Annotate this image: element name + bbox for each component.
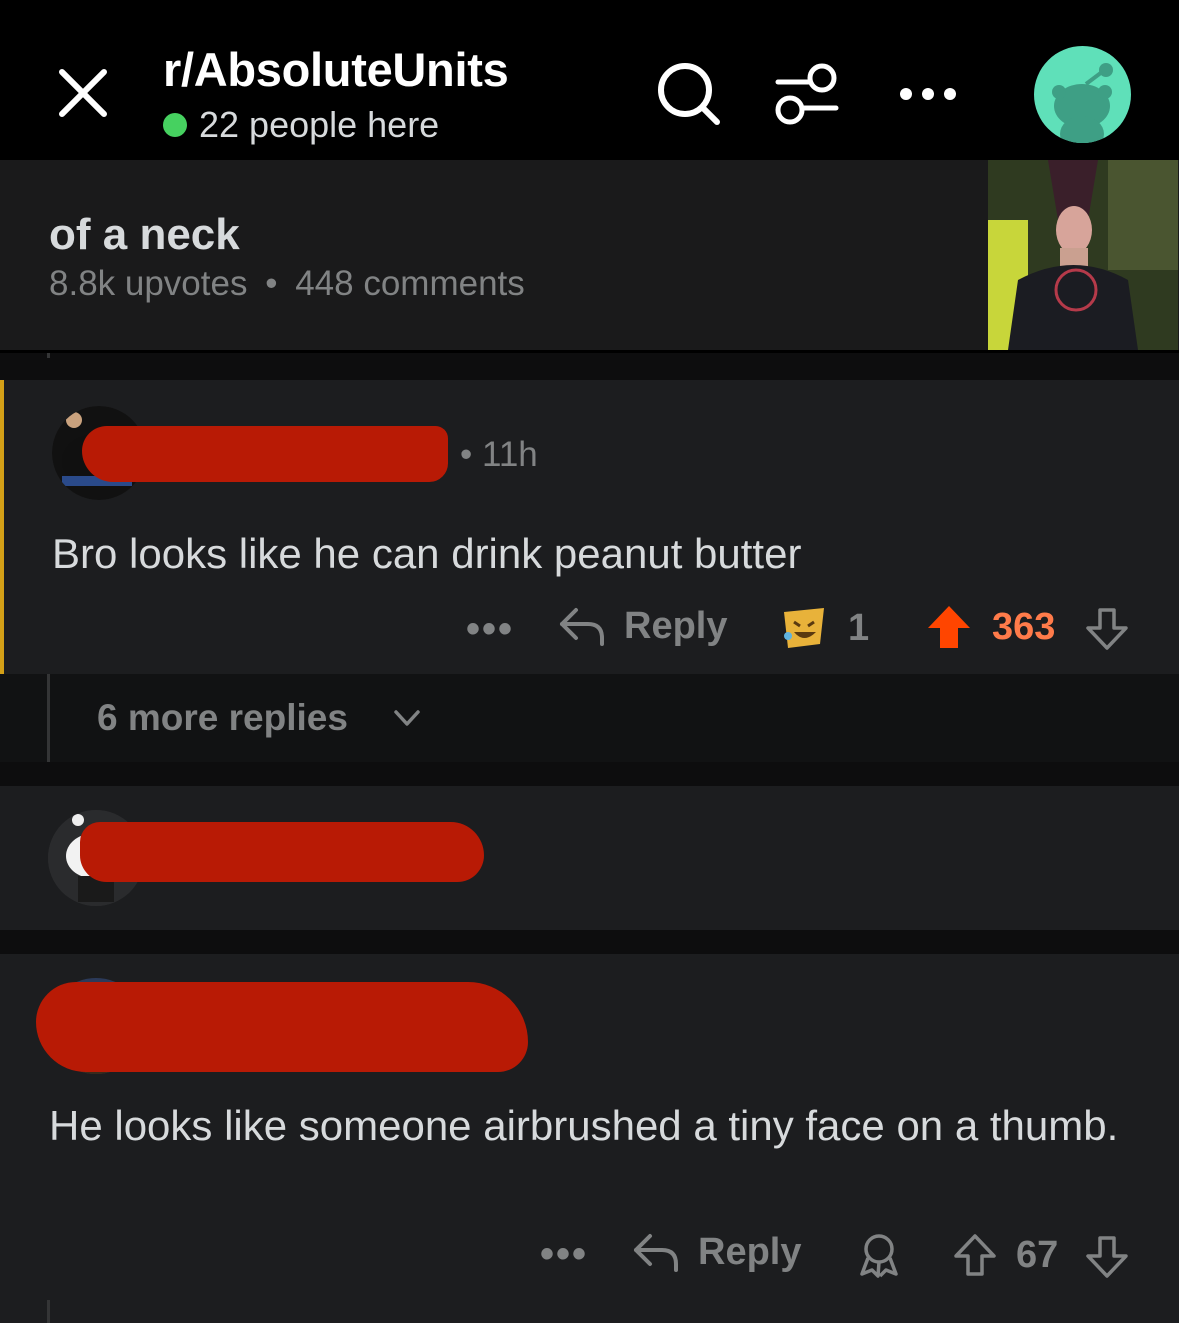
comment-text: He looks like someone airbrushed a tiny … [49, 1102, 1119, 1149]
close-icon[interactable] [52, 62, 114, 124]
post-title[interactable]: of a neck [49, 210, 240, 260]
gap [0, 762, 1179, 786]
vote-score: 67 [1016, 1234, 1059, 1276]
reply-button[interactable]: Reply [632, 1230, 801, 1274]
post-thumbnail[interactable] [988, 160, 1178, 350]
reply-button[interactable]: Reply [558, 604, 727, 648]
highlight-bar [0, 380, 4, 674]
thread-line [47, 674, 50, 762]
redaction [36, 982, 528, 1072]
laughing-award-icon [784, 608, 824, 648]
award-icon[interactable] [856, 1232, 902, 1278]
redaction [82, 426, 448, 482]
reply-label: Reply [698, 1230, 802, 1273]
upvote-icon[interactable] [926, 604, 972, 650]
downvote-icon[interactable] [1084, 606, 1130, 652]
downvote-icon[interactable] [1084, 1234, 1130, 1280]
avatar[interactable] [1034, 46, 1131, 143]
more-icon[interactable] [898, 84, 958, 104]
award-button[interactable]: 1 [778, 604, 869, 652]
chevron-down-icon[interactable] [392, 708, 422, 730]
comment-time: • 11h [460, 435, 538, 474]
vote-score: 363 [992, 606, 1056, 648]
upvote-count: 8.8k upvotes [49, 264, 248, 303]
more-options-icon[interactable]: ••• [466, 607, 514, 652]
gap [0, 353, 1179, 380]
reply-icon [634, 1234, 678, 1272]
reply-label: Reply [624, 604, 728, 647]
subreddit-name[interactable]: r/AbsoluteUnits [163, 42, 509, 97]
filter-icon[interactable] [774, 62, 840, 128]
online-indicator: 22 people here [163, 104, 439, 146]
post-meta: 8.8k upvotes • 448 comments [49, 264, 525, 304]
online-count: 22 people here [199, 104, 440, 145]
upvote-icon[interactable] [952, 1232, 998, 1278]
gap [0, 930, 1179, 954]
more-replies-button[interactable]: 6 more replies [97, 697, 348, 739]
comment-count: 448 comments [295, 264, 525, 303]
award-count: 1 [848, 606, 870, 649]
top-bar: r/AbsoluteUnits 22 people here [0, 0, 1179, 160]
snoo-avatar-icon [1052, 63, 1113, 143]
comment-text: Bro looks like he can drink peanut butte… [52, 530, 802, 577]
meta-separator: • [265, 264, 278, 303]
thumbnail-image [988, 160, 1178, 350]
redaction [80, 822, 484, 882]
more-options-icon[interactable]: ••• [540, 1232, 588, 1277]
reply-icon [560, 608, 604, 646]
search-icon[interactable] [655, 58, 723, 130]
thread-line [47, 1300, 50, 1323]
thread-line [47, 353, 50, 358]
online-dot-icon [163, 113, 187, 137]
